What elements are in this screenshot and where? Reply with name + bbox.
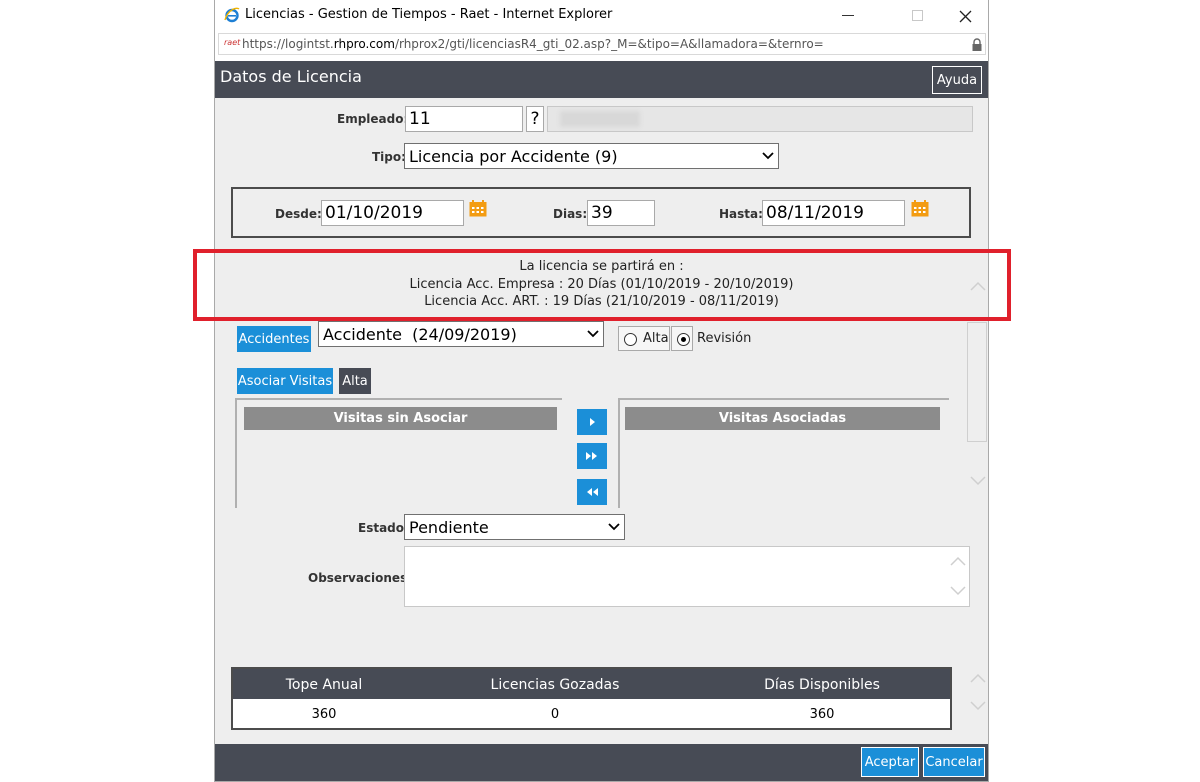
move-all-left-button[interactable] bbox=[577, 479, 607, 505]
arrow-right-icon bbox=[590, 418, 595, 426]
minimize-button[interactable] bbox=[825, 2, 871, 30]
th-licencias-gozadas: Licencias Gozadas bbox=[490, 677, 620, 693]
asociar-visitas-button[interactable]: Asociar Visitas bbox=[237, 368, 333, 394]
td-tope-anual: 360 bbox=[311, 707, 337, 722]
accidente-select[interactable]: Accidente (24/09/2019) bbox=[318, 321, 604, 347]
radio-revision-label: Revisión bbox=[697, 331, 752, 346]
scroll-up-icon[interactable] bbox=[970, 281, 986, 291]
visitas-sin-asociar-header: Visitas sin Asociar bbox=[244, 407, 557, 430]
observaciones-label: Observaciones: bbox=[308, 571, 413, 585]
th-dias-disponibles: Días Disponibles bbox=[764, 677, 880, 693]
url-domain: rhpro.com bbox=[333, 37, 395, 51]
estado-value: Pendiente bbox=[409, 517, 489, 537]
td-dias-disponibles: 360 bbox=[809, 707, 835, 722]
td-licencias-gozadas: 0 bbox=[550, 707, 560, 722]
window-title: Licencias - Gestion de Tiempos - Raet - … bbox=[245, 7, 613, 22]
radio-revision-dot[interactable] bbox=[677, 333, 690, 346]
chevron-down-icon bbox=[608, 523, 620, 531]
dias-input[interactable]: 39 bbox=[587, 200, 655, 226]
chevron-down-icon bbox=[587, 330, 599, 338]
radio-alta[interactable]: Alta bbox=[618, 326, 670, 351]
estado-select[interactable]: Pendiente bbox=[404, 514, 625, 540]
employee-search-button[interactable]: ? bbox=[526, 106, 544, 132]
tipo-select[interactable]: Licencia por Accidente (9) bbox=[404, 143, 779, 169]
desde-input[interactable]: 01/10/2019 bbox=[321, 200, 464, 226]
textarea-scroll-down-icon[interactable] bbox=[950, 586, 966, 596]
radio-revision[interactable] bbox=[671, 326, 693, 351]
address-url[interactable]: https://logintst.rhpro.com/rhprox2/gti/l… bbox=[242, 37, 824, 51]
hasta-input[interactable]: 08/11/2019 bbox=[762, 200, 905, 226]
maximize-icon bbox=[912, 10, 923, 21]
tipo-value: Licencia por Accidente (9) bbox=[409, 146, 618, 166]
empleado-label: Empleado: bbox=[337, 112, 409, 126]
calendar-icon[interactable] bbox=[911, 200, 929, 217]
accidentes-button[interactable]: Accidentes bbox=[237, 326, 311, 352]
alta-visita-button[interactable]: Alta bbox=[339, 368, 371, 394]
lock-icon bbox=[972, 38, 982, 51]
scrollbar-thumb[interactable] bbox=[967, 322, 987, 442]
estado-label: Estado: bbox=[358, 521, 409, 535]
close-icon bbox=[959, 10, 971, 22]
hasta-label: Hasta: bbox=[719, 207, 763, 221]
chevron-down-icon bbox=[762, 152, 774, 160]
dias-label: Dias: bbox=[553, 207, 588, 221]
site-favicon: raet bbox=[224, 38, 241, 47]
ie-icon bbox=[224, 7, 240, 23]
move-right-button[interactable] bbox=[577, 409, 607, 435]
empleado-input[interactable]: 11 bbox=[405, 106, 523, 132]
textarea-scroll-up-icon[interactable] bbox=[950, 556, 966, 566]
radio-alta-dot[interactable] bbox=[624, 333, 637, 346]
close-button[interactable] bbox=[942, 2, 988, 30]
maximize-button[interactable] bbox=[895, 2, 941, 30]
blurred-employee-name bbox=[560, 111, 640, 127]
double-arrow-right-icon bbox=[586, 452, 597, 460]
empleado-name-field bbox=[547, 106, 973, 132]
accept-button[interactable]: Aceptar bbox=[861, 747, 919, 777]
calendar-icon[interactable] bbox=[469, 200, 487, 217]
page-title: Datos de Licencia bbox=[220, 67, 362, 86]
help-button[interactable]: Ayuda bbox=[932, 66, 982, 94]
cancel-button[interactable]: Cancelar bbox=[923, 747, 985, 777]
table-scroll-down-icon[interactable] bbox=[970, 701, 986, 711]
highlight-box bbox=[193, 249, 1011, 321]
th-tope-anual: Tope Anual bbox=[285, 677, 363, 693]
radio-alta-label: Alta bbox=[643, 331, 669, 346]
double-arrow-left-icon bbox=[587, 488, 598, 496]
desde-label: Desde: bbox=[275, 207, 322, 221]
scroll-down-icon[interactable] bbox=[970, 476, 986, 486]
minimize-icon bbox=[842, 15, 854, 16]
url-rest: /rhprox2/gti/licenciasR4_gti_02.asp?_M=&… bbox=[394, 37, 824, 51]
table-scroll-up-icon[interactable] bbox=[970, 673, 986, 683]
observaciones-textarea[interactable] bbox=[404, 546, 970, 607]
url-prefix: https://logintst. bbox=[242, 37, 334, 51]
accidente-value: Accidente (24/09/2019) bbox=[323, 324, 517, 344]
visitas-asociadas-header: Visitas Asociadas bbox=[625, 407, 940, 430]
tipo-label: Tipo: bbox=[372, 150, 406, 164]
move-all-right-button[interactable] bbox=[577, 443, 607, 469]
